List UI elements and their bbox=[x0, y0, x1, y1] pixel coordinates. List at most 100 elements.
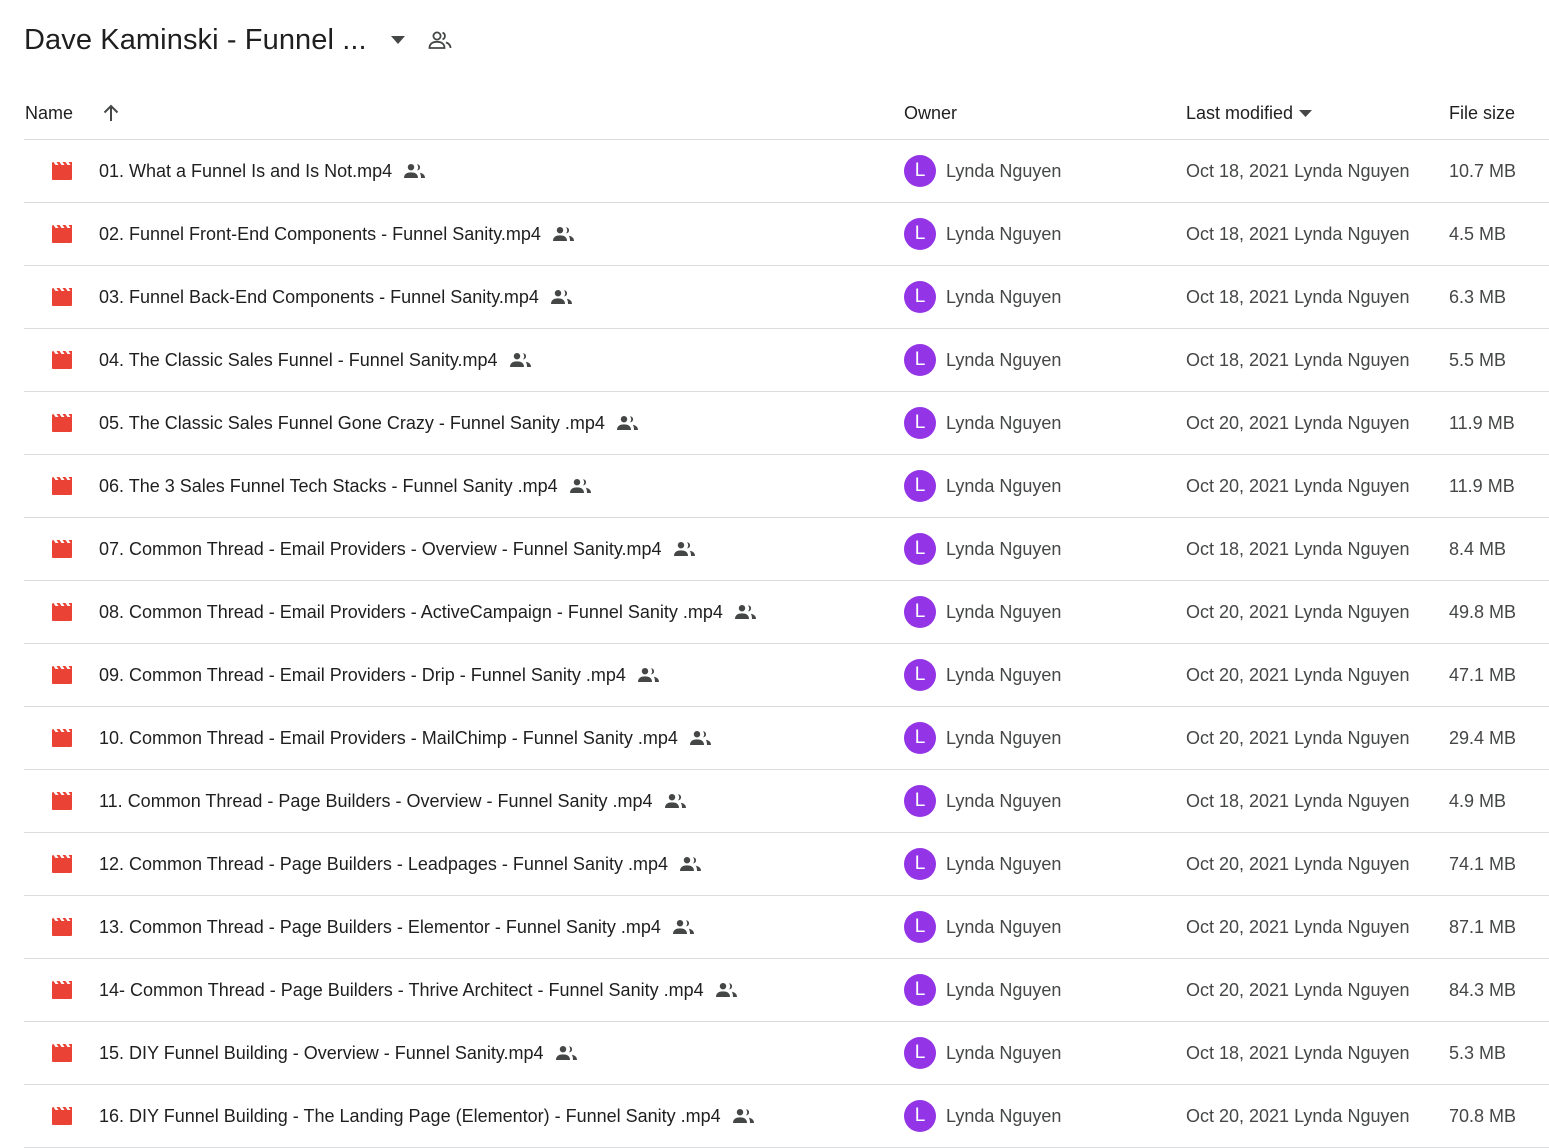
file-name-cell[interactable]: 09. Common Thread - Email Providers - Dr… bbox=[99, 644, 660, 706]
file-name-cell[interactable]: 16. DIY Funnel Building - The Landing Pa… bbox=[99, 1085, 755, 1147]
file-size-cell: 87.1 MB bbox=[1449, 916, 1517, 937]
file-name[interactable]: 13. Common Thread - Page Builders - Elem… bbox=[99, 917, 661, 938]
file-size-cell: 10.7 MB bbox=[1449, 160, 1517, 181]
video-file-icon bbox=[51, 161, 73, 181]
file-name-cell[interactable]: 03. Funnel Back-End Components - Funnel … bbox=[99, 266, 573, 328]
file-name[interactable]: 03. Funnel Back-End Components - Funnel … bbox=[99, 287, 539, 308]
file-name[interactable]: 08. Common Thread - Email Providers - Ac… bbox=[99, 602, 723, 623]
owner-name: Lynda Nguyen bbox=[946, 412, 1062, 433]
file-row[interactable]: 02. Funnel Front-End Components - Funnel… bbox=[24, 203, 1549, 266]
last-modified-cell: Oct 20, 2021 Lynda Nguyen bbox=[1186, 727, 1410, 748]
column-header-name[interactable]: Name bbox=[25, 96, 119, 130]
file-name[interactable]: 09. Common Thread - Email Providers - Dr… bbox=[99, 665, 626, 686]
file-name[interactable]: 05. The Classic Sales Funnel Gone Crazy … bbox=[99, 413, 605, 434]
avatar[interactable]: L bbox=[904, 1100, 936, 1132]
file-row[interactable]: 09. Common Thread - Email Providers - Dr… bbox=[24, 644, 1549, 707]
owner-cell: L Lynda Nguyen bbox=[904, 1085, 1061, 1147]
file-name-cell[interactable]: 01. What a Funnel Is and Is Not.mp4 bbox=[99, 140, 426, 202]
caret-down-icon[interactable] bbox=[387, 29, 409, 51]
caret-down-icon[interactable] bbox=[1299, 109, 1313, 117]
file-row[interactable]: 03. Funnel Back-End Components - Funnel … bbox=[24, 266, 1549, 329]
file-name-cell[interactable]: 07. Common Thread - Email Providers - Ov… bbox=[99, 518, 696, 580]
avatar[interactable]: L bbox=[904, 596, 936, 628]
owner-name: Lynda Nguyen bbox=[946, 727, 1062, 748]
shared-users-icon bbox=[673, 541, 696, 557]
file-row[interactable]: 14- Common Thread - Page Builders - Thri… bbox=[24, 959, 1549, 1022]
shared-users-icon[interactable] bbox=[427, 27, 453, 53]
file-name-cell[interactable]: 14- Common Thread - Page Builders - Thri… bbox=[99, 959, 738, 1021]
file-name-cell[interactable]: 02. Funnel Front-End Components - Funnel… bbox=[99, 203, 575, 265]
arrow-up-icon[interactable] bbox=[103, 104, 119, 122]
file-name[interactable]: 15. DIY Funnel Building - Overview - Fun… bbox=[99, 1043, 544, 1064]
file-row[interactable]: 01. What a Funnel Is and Is Not.mp4 L Ly… bbox=[24, 140, 1549, 203]
file-name-cell[interactable]: 15. DIY Funnel Building - Overview - Fun… bbox=[99, 1022, 578, 1084]
avatar[interactable]: L bbox=[904, 155, 936, 187]
file-name[interactable]: 07. Common Thread - Email Providers - Ov… bbox=[99, 539, 662, 560]
file-row[interactable]: 06. The 3 Sales Funnel Tech Stacks - Fun… bbox=[24, 455, 1549, 518]
avatar[interactable]: L bbox=[904, 1037, 936, 1069]
file-name-cell[interactable]: 11. Common Thread - Page Builders - Over… bbox=[99, 770, 687, 832]
owner-cell: L Lynda Nguyen bbox=[904, 833, 1061, 895]
file-row[interactable]: 15. DIY Funnel Building - Overview - Fun… bbox=[24, 1022, 1549, 1085]
file-name[interactable]: 10. Common Thread - Email Providers - Ma… bbox=[99, 728, 678, 749]
column-name-label: Name bbox=[25, 102, 74, 123]
shared-users-icon bbox=[664, 793, 687, 809]
file-name[interactable]: 12. Common Thread - Page Builders - Lead… bbox=[99, 854, 668, 875]
file-name-cell[interactable]: 06. The 3 Sales Funnel Tech Stacks - Fun… bbox=[99, 455, 592, 517]
column-header-last-modified[interactable]: Last modified bbox=[1186, 96, 1313, 130]
video-file-icon bbox=[51, 1106, 73, 1126]
last-modified-cell: Oct 18, 2021 Lynda Nguyen bbox=[1186, 538, 1410, 559]
file-name[interactable]: 01. What a Funnel Is and Is Not.mp4 bbox=[99, 161, 392, 182]
avatar[interactable]: L bbox=[904, 470, 936, 502]
file-size-cell: 8.4 MB bbox=[1449, 538, 1507, 559]
video-file-icon bbox=[51, 476, 73, 496]
file-name[interactable]: 02. Funnel Front-End Components - Funnel… bbox=[99, 224, 541, 245]
avatar[interactable]: L bbox=[904, 407, 936, 439]
file-size-cell: 70.8 MB bbox=[1449, 1105, 1517, 1126]
avatar[interactable]: L bbox=[904, 533, 936, 565]
file-name[interactable]: 16. DIY Funnel Building - The Landing Pa… bbox=[99, 1106, 721, 1127]
file-name[interactable]: 14- Common Thread - Page Builders - Thri… bbox=[99, 980, 704, 1001]
file-row[interactable]: 10. Common Thread - Email Providers - Ma… bbox=[24, 707, 1549, 770]
file-name-cell[interactable]: 12. Common Thread - Page Builders - Lead… bbox=[99, 833, 702, 895]
owner-name: Lynda Nguyen bbox=[946, 160, 1062, 181]
avatar[interactable]: L bbox=[904, 659, 936, 691]
owner-name: Lynda Nguyen bbox=[946, 979, 1062, 1000]
file-name-cell[interactable]: 10. Common Thread - Email Providers - Ma… bbox=[99, 707, 712, 769]
avatar[interactable]: L bbox=[904, 974, 936, 1006]
file-name[interactable]: 11. Common Thread - Page Builders - Over… bbox=[99, 791, 653, 812]
last-modified-cell: Oct 20, 2021 Lynda Nguyen bbox=[1186, 664, 1410, 685]
avatar[interactable]: L bbox=[904, 785, 936, 817]
owner-cell: L Lynda Nguyen bbox=[904, 266, 1061, 328]
file-size-cell: 11.9 MB bbox=[1449, 475, 1515, 496]
file-row[interactable]: 05. The Classic Sales Funnel Gone Crazy … bbox=[24, 392, 1549, 455]
avatar[interactable]: L bbox=[904, 848, 936, 880]
folder-title[interactable]: Dave Kaminski - Funnel ... bbox=[24, 24, 367, 57]
last-modified-cell: Oct 18, 2021 Lynda Nguyen bbox=[1186, 223, 1410, 244]
file-row[interactable]: 08. Common Thread - Email Providers - Ac… bbox=[24, 581, 1549, 644]
owner-cell: L Lynda Nguyen bbox=[904, 392, 1061, 454]
video-file-icon bbox=[51, 224, 73, 244]
file-row[interactable]: 16. DIY Funnel Building - The Landing Pa… bbox=[24, 1085, 1549, 1148]
owner-name: Lynda Nguyen bbox=[946, 349, 1062, 370]
last-modified-cell: Oct 20, 2021 Lynda Nguyen bbox=[1186, 412, 1410, 433]
avatar[interactable]: L bbox=[904, 911, 936, 943]
file-row[interactable]: 11. Common Thread - Page Builders - Over… bbox=[24, 770, 1549, 833]
file-row[interactable]: 13. Common Thread - Page Builders - Elem… bbox=[24, 896, 1549, 959]
file-name[interactable]: 06. The 3 Sales Funnel Tech Stacks - Fun… bbox=[99, 476, 558, 497]
avatar[interactable]: L bbox=[904, 218, 936, 250]
file-row[interactable]: 12. Common Thread - Page Builders - Lead… bbox=[24, 833, 1549, 896]
file-name-cell[interactable]: 05. The Classic Sales Funnel Gone Crazy … bbox=[99, 392, 639, 454]
avatar[interactable]: L bbox=[904, 281, 936, 313]
avatar[interactable]: L bbox=[904, 344, 936, 376]
file-name[interactable]: 04. The Classic Sales Funnel - Funnel Sa… bbox=[99, 350, 498, 371]
file-row[interactable]: 07. Common Thread - Email Providers - Ov… bbox=[24, 518, 1549, 581]
column-header-owner[interactable]: Owner bbox=[904, 96, 957, 130]
file-row[interactable]: 04. The Classic Sales Funnel - Funnel Sa… bbox=[24, 329, 1549, 392]
file-name-cell[interactable]: 04. The Classic Sales Funnel - Funnel Sa… bbox=[99, 329, 532, 391]
file-name-cell[interactable]: 08. Common Thread - Email Providers - Ac… bbox=[99, 581, 757, 643]
avatar[interactable]: L bbox=[904, 722, 936, 754]
video-file-icon bbox=[51, 539, 73, 559]
file-name-cell[interactable]: 13. Common Thread - Page Builders - Elem… bbox=[99, 896, 695, 958]
column-header-file-size[interactable]: File size bbox=[1449, 96, 1515, 130]
